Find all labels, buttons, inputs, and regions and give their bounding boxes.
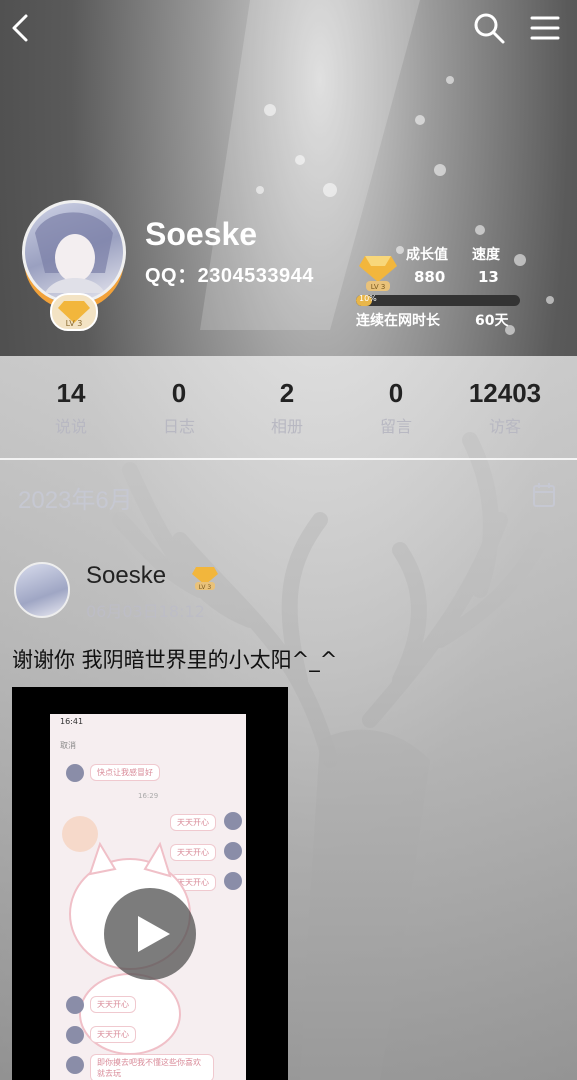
growth-label: 成长值 bbox=[406, 247, 448, 263]
chat-avatar bbox=[66, 1026, 84, 1044]
count-value: 12403 bbox=[468, 378, 542, 408]
count-label: 说说 bbox=[54, 417, 87, 436]
month-header: 2023年6月 bbox=[18, 487, 133, 514]
post-text: 谢谢你 我阴暗世界里的小太阳^_^ bbox=[12, 648, 338, 672]
count-value: 0 bbox=[388, 378, 404, 408]
count-xiangce[interactable]: 2 相册 bbox=[232, 378, 342, 437]
count-label: 相册 bbox=[270, 417, 303, 436]
calendar-icon[interactable] bbox=[532, 482, 556, 508]
chat-avatar bbox=[66, 996, 84, 1014]
count-fangke[interactable]: 12403 访客 bbox=[450, 378, 560, 437]
avatar[interactable] bbox=[22, 200, 126, 304]
post-level-icon: LV 3 bbox=[190, 565, 220, 591]
post-author[interactable]: Soeske bbox=[86, 562, 166, 590]
profile-name: Soeske bbox=[145, 216, 258, 252]
stats-row: 14 说说 0 日志 2 相册 0 留言 12403 访客 bbox=[0, 378, 577, 448]
count-liuyan[interactable]: 0 留言 bbox=[341, 378, 451, 437]
growth-value: 880 bbox=[414, 268, 446, 286]
growth-progress-bar: 10% bbox=[356, 295, 520, 306]
level-badge-text: LV 3 bbox=[66, 319, 83, 328]
count-rizhi[interactable]: 0 日志 bbox=[124, 378, 234, 437]
play-button[interactable] bbox=[104, 888, 196, 980]
top-bar bbox=[0, 0, 577, 56]
divider bbox=[0, 458, 577, 460]
count-value: 14 bbox=[56, 378, 86, 408]
level-crown-icon: LV 3 bbox=[357, 250, 399, 292]
chat-bubble: 天天开心 bbox=[90, 1026, 136, 1043]
post-level-text: LV 3 bbox=[199, 584, 212, 591]
chat-bubble: 天天开心 bbox=[90, 996, 136, 1013]
count-label: 留言 bbox=[379, 417, 412, 436]
online-label: 连续在网时长 bbox=[356, 313, 440, 329]
progress-text: 10% bbox=[359, 295, 377, 303]
chat-bubble: 即你摸去吧我不懂这些你喜欢就去玩 bbox=[90, 1054, 214, 1080]
count-shuoshuo[interactable]: 14 说说 bbox=[16, 378, 126, 437]
search-icon[interactable] bbox=[471, 10, 507, 46]
online-value: 60天 bbox=[475, 313, 509, 329]
post-time: 06月03日18:12 bbox=[86, 602, 205, 621]
count-label: 访客 bbox=[488, 417, 521, 436]
chat-avatar bbox=[66, 1056, 84, 1074]
menu-icon[interactable] bbox=[527, 10, 563, 46]
post-avatar[interactable] bbox=[14, 562, 70, 618]
level-crown-text: LV 3 bbox=[371, 283, 386, 291]
speed-label: 速度 bbox=[472, 247, 500, 263]
count-label: 日志 bbox=[162, 417, 195, 436]
back-arrow-icon[interactable] bbox=[4, 10, 40, 46]
level-badge: LV 3 bbox=[50, 293, 98, 331]
speed-value: 13 bbox=[478, 268, 499, 286]
count-value: 2 bbox=[279, 378, 295, 408]
qq-number: QQ：2304533944 bbox=[145, 265, 314, 287]
count-value: 0 bbox=[171, 378, 187, 408]
play-icon bbox=[138, 916, 170, 952]
